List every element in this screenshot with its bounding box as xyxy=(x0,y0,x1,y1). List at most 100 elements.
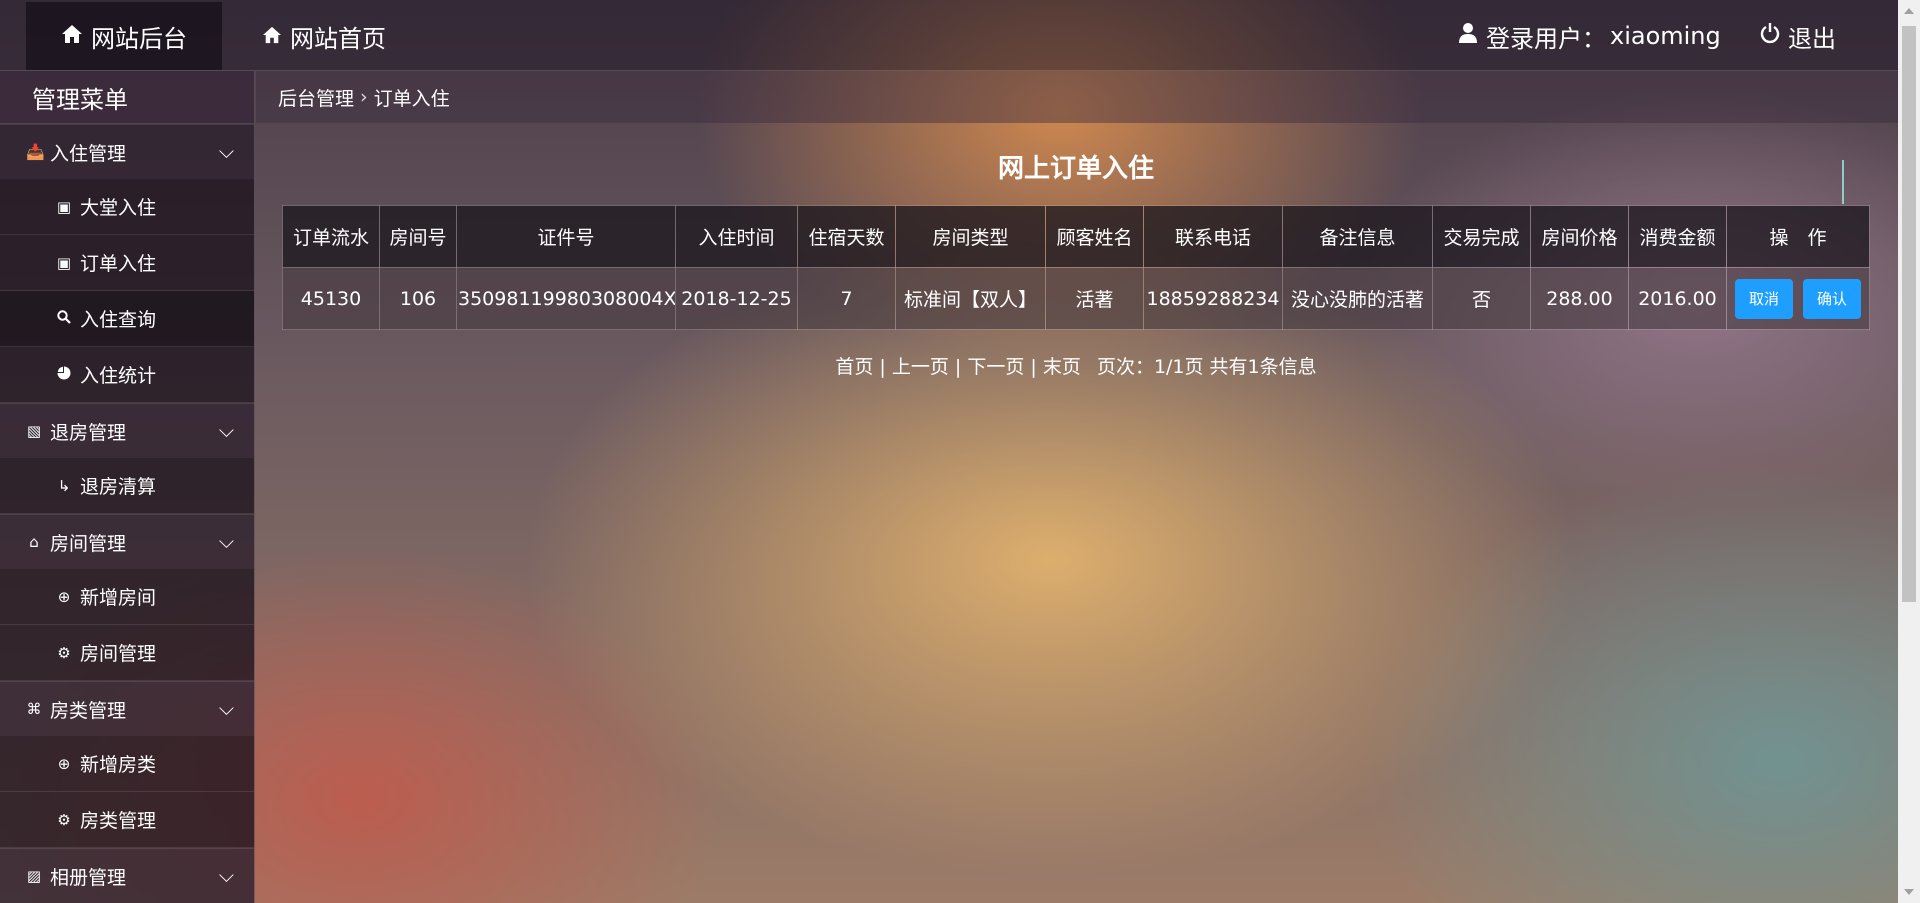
home-icon xyxy=(262,22,282,50)
col-room-price: 房间价格 xyxy=(1530,205,1629,268)
sidebar-group-album[interactable]: ▨ 相册管理 ⌵ xyxy=(0,848,254,903)
sidebar-item-checkin-stats[interactable]: 入住统计 xyxy=(0,347,254,403)
sidebar-item-lobby-checkin[interactable]: ▣ 大堂入住 xyxy=(0,179,254,235)
sidebar-item-order-checkin[interactable]: ▣ 订单入住 xyxy=(0,235,254,291)
home-icon xyxy=(61,22,83,50)
cell-room-price: 288.00 xyxy=(1530,267,1629,330)
table-row: 45130 106 35098119980308004X 2018-12-25 … xyxy=(282,267,1870,330)
sidebar-group-rooms[interactable]: ⌂ 房间管理 ⌵ xyxy=(0,514,254,569)
scroll-down-arrow-icon[interactable] xyxy=(1904,889,1914,895)
username: xiaoming xyxy=(1610,22,1721,50)
col-checkin-date: 入住时间 xyxy=(675,205,798,268)
scrollbar-thumb[interactable] xyxy=(1902,26,1916,602)
exit-icon: ↳ xyxy=(57,476,71,495)
item-label: 入住统计 xyxy=(80,365,157,387)
sidebar-group-checkin[interactable]: 📥 入住管理 ⌵ xyxy=(0,124,254,179)
cell-order-no: 45130 xyxy=(282,267,380,330)
sidebar-item-add-room[interactable]: ⊕ 新增房间 xyxy=(0,569,254,625)
chevron-right-icon: › xyxy=(360,86,368,108)
sidebar-group-checkout[interactable]: ▧ 退房管理 ⌵ xyxy=(0,403,254,458)
breadcrumb: 后台管理 › 订单入住 xyxy=(256,71,1898,123)
chevron-down-icon: ⌵ xyxy=(218,529,234,553)
doc-icon: ▣ xyxy=(56,197,72,216)
inbox-icon: 📥 xyxy=(26,143,45,161)
item-label: 新增房类 xyxy=(80,754,157,776)
cell-guest-name: 活著 xyxy=(1045,267,1144,330)
scroll-up-arrow-icon[interactable] xyxy=(1904,8,1914,14)
orders-table: 订单流水 房间号 证件号 入住时间 住宿天数 房间类型 顾客姓名 联系电话 备注… xyxy=(282,205,1870,330)
cell-completed: 否 xyxy=(1432,267,1531,330)
col-remarks: 备注信息 xyxy=(1282,205,1433,268)
brand-link[interactable]: 网站后台 xyxy=(26,2,222,70)
checkout-icon: ▧ xyxy=(26,422,42,440)
user-label: 登录用户： xyxy=(1486,24,1606,53)
pager-divider: | xyxy=(879,356,892,378)
plus-circle-icon: ⊕ xyxy=(57,587,71,606)
col-id-no: 证件号 xyxy=(456,205,676,268)
pager-next-link[interactable]: 下一页 xyxy=(967,356,1024,378)
pager-divider: | xyxy=(954,356,968,378)
col-room-no: 房间号 xyxy=(379,205,457,268)
cell-checkin-date: 2018-12-25 xyxy=(675,267,798,330)
item-label: 入住查询 xyxy=(80,309,157,331)
group-label: 相册管理 xyxy=(50,866,127,889)
col-phone: 联系电话 xyxy=(1143,205,1283,268)
current-user: 登录用户： xiaoming xyxy=(1458,2,1721,70)
cell-phone: 18859288234 xyxy=(1143,267,1283,330)
group-label: 退房管理 xyxy=(50,421,127,444)
cell-id-no: 35098119980308004X xyxy=(456,267,676,330)
sidebar-title: 管理菜单 xyxy=(0,71,254,124)
confirm-button[interactable]: 确认 xyxy=(1803,278,1862,319)
pager-prev-link[interactable]: 上一页 xyxy=(892,356,949,378)
item-label: 房间管理 xyxy=(80,643,157,665)
pager-last-link[interactable]: 末页 xyxy=(1043,356,1081,378)
logout-label: 退出 xyxy=(1788,24,1836,53)
logout-button[interactable]: 退出 xyxy=(1760,2,1836,70)
pager-info: 页次：1/1页 共有1条信息 xyxy=(1096,356,1317,378)
sidebar-group-room-types[interactable]: ⌘ 房类管理 ⌵ xyxy=(0,681,254,736)
doc-icon: ▣ xyxy=(56,253,72,272)
search-icon xyxy=(56,309,72,328)
group-label: 房类管理 xyxy=(50,699,127,722)
item-label: 退房清算 xyxy=(80,476,157,498)
pagination: 首页 | 上一页 | 下一页 | 末页 页次：1/1页 共有1条信息 xyxy=(256,352,1896,379)
sidebar-item-add-room-type[interactable]: ⊕ 新增房类 xyxy=(0,736,254,792)
cell-room-no: 106 xyxy=(379,267,457,330)
col-days: 住宿天数 xyxy=(797,205,896,268)
gear-icon: ⚙ xyxy=(57,810,71,829)
col-guest-name: 顾客姓名 xyxy=(1045,205,1144,268)
site-home-link[interactable]: 网站首页 xyxy=(262,2,386,70)
chevron-down-icon: ⌵ xyxy=(218,418,234,442)
chevron-down-icon: ⌵ xyxy=(218,696,234,720)
page-scrollbar[interactable] xyxy=(1898,0,1920,903)
cancel-button[interactable]: 取消 xyxy=(1734,278,1793,319)
col-amount: 消费金额 xyxy=(1628,205,1727,268)
cell-actions: 取消 确认 xyxy=(1726,267,1870,330)
col-completed: 交易完成 xyxy=(1432,205,1531,268)
cell-amount: 2016.00 xyxy=(1628,267,1727,330)
page-title: 网上订单入住 xyxy=(997,154,1154,184)
background xyxy=(0,0,1920,903)
col-order-no: 订单流水 xyxy=(282,205,380,268)
chevron-down-icon: ⌵ xyxy=(218,139,234,163)
item-label: 新增房间 xyxy=(80,587,157,609)
plus-circle-icon: ⊕ xyxy=(57,754,71,773)
col-actions: 操 作 xyxy=(1726,205,1870,268)
image-icon: ▨ xyxy=(26,867,42,885)
sidebar-item-room-manage[interactable]: ⚙ 房间管理 xyxy=(0,625,254,681)
item-label: 房类管理 xyxy=(80,810,157,832)
group-label: 入住管理 xyxy=(50,142,127,165)
pager-first-link[interactable]: 首页 xyxy=(835,356,873,378)
sidebar: 管理菜单 📥 入住管理 ⌵ ▣ 大堂入住 ▣ 订单入住 入住查询 入住统计 ▧ … xyxy=(0,71,255,903)
breadcrumb-root[interactable]: 后台管理 xyxy=(278,84,354,111)
sidebar-item-checkout-settle[interactable]: ↳ 退房清算 xyxy=(0,458,254,514)
gear-icon: ⚙ xyxy=(57,643,71,662)
brand-label: 网站后台 xyxy=(91,24,187,53)
sidebar-item-room-type-manage[interactable]: ⚙ 房类管理 xyxy=(0,792,254,848)
sidebar-item-checkin-query[interactable]: 入住查询 xyxy=(0,291,254,347)
breadcrumb-current: 订单入住 xyxy=(373,87,450,110)
site-home-label: 网站首页 xyxy=(290,24,386,53)
house-icon: ⌂ xyxy=(29,533,39,551)
item-label: 订单入住 xyxy=(80,253,157,275)
col-room-type: 房间类型 xyxy=(895,205,1046,268)
